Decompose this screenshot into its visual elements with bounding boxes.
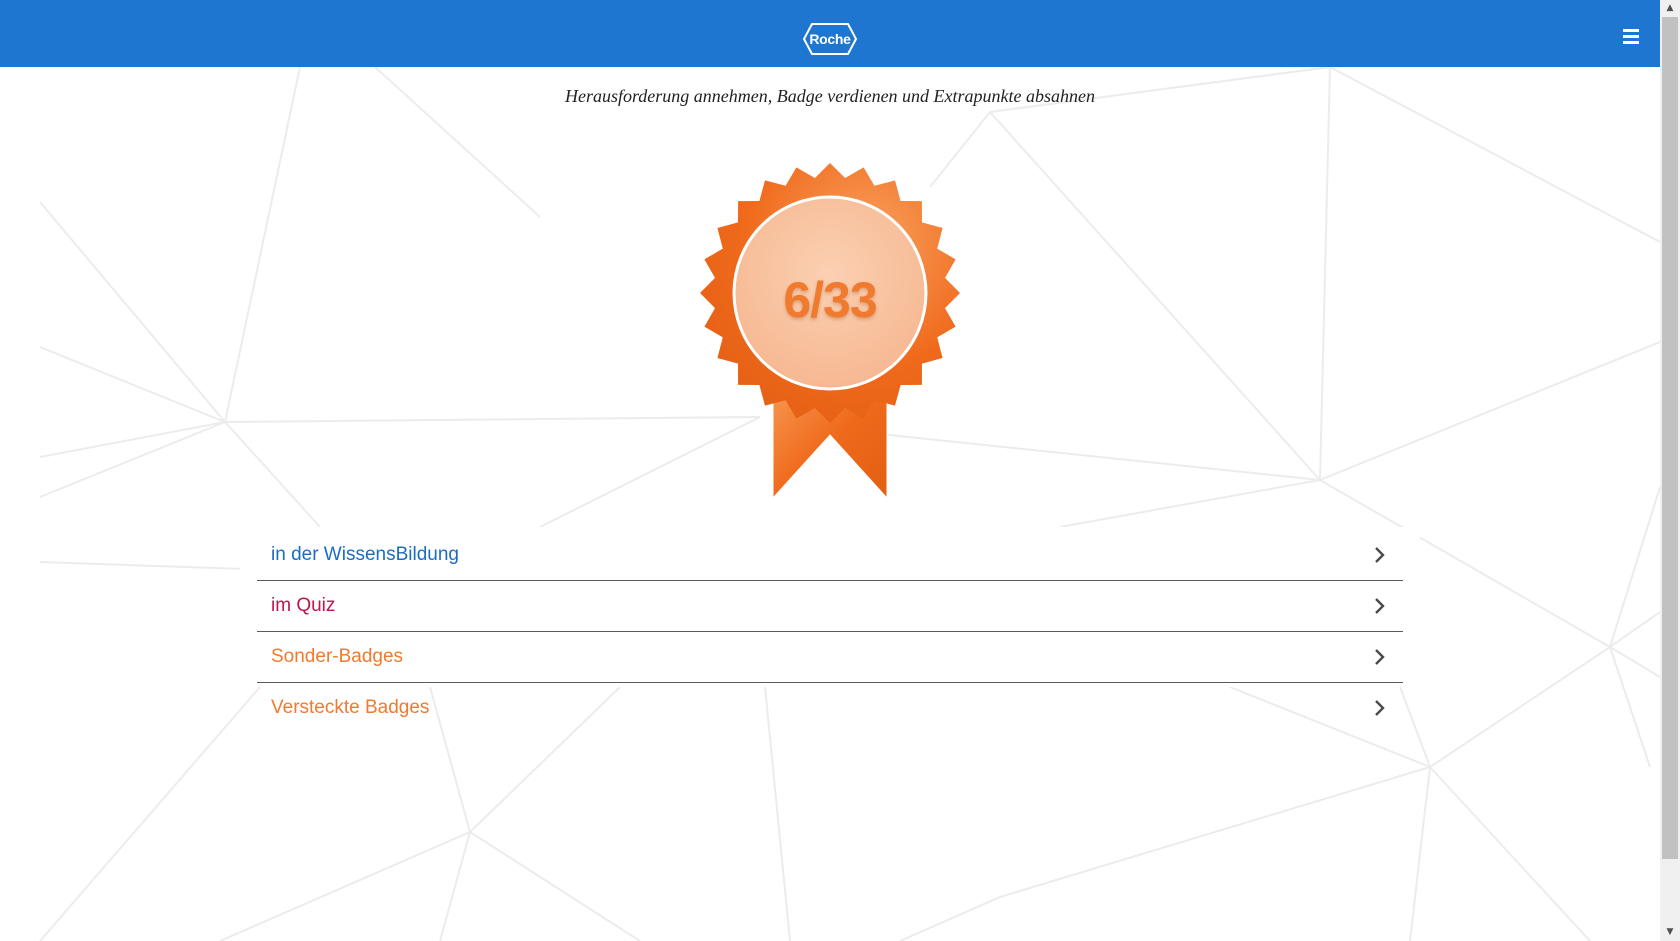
list-item-wissensbildung[interactable]: in der WissensBildung <box>257 530 1403 581</box>
chevron-right-icon <box>1375 598 1385 614</box>
list-item-quiz[interactable]: im Quiz <box>257 581 1403 632</box>
chevron-right-icon <box>1375 547 1385 563</box>
list-item-label: Versteckte Badges <box>271 697 430 718</box>
top-bar: Roche <box>0 0 1660 67</box>
logo-text: Roche <box>809 31 851 47</box>
hamburger-icon <box>1623 29 1639 32</box>
chevron-right-icon <box>1375 649 1385 665</box>
list-item-label: im Quiz <box>271 595 336 616</box>
list-item-label: in der WissensBildung <box>271 544 459 565</box>
hamburger-icon-bar <box>1623 41 1639 44</box>
badge-category-list: in der WissensBildung im Quiz Sonder-Bad… <box>257 530 1403 733</box>
badge-award: 6/33 <box>695 153 965 503</box>
page-subtitle: Herausforderung annehmen, Badge verdiene… <box>564 86 1096 106</box>
list-item-sonder-badges[interactable]: Sonder-Badges <box>257 632 1403 683</box>
hamburger-menu-button[interactable] <box>1616 24 1648 50</box>
scroll-thumb[interactable] <box>1662 17 1678 859</box>
scroll-down-arrow-icon[interactable]: ▼ <box>1660 924 1680 941</box>
list-item-versteckte-badges[interactable]: Versteckte Badges <box>257 683 1403 733</box>
roche-logo[interactable]: Roche <box>802 22 858 56</box>
app-window: Roche Herausforderung annehmen, Badge ve… <box>0 0 1680 941</box>
hamburger-icon-bar <box>1623 35 1639 38</box>
scroll-up-arrow-icon[interactable]: ▲ <box>1660 0 1680 17</box>
chevron-right-icon <box>1375 700 1385 716</box>
badge-score: 6/33 <box>783 272 877 328</box>
list-item-label: Sonder-Badges <box>271 646 404 667</box>
vertical-scrollbar[interactable]: ▲ ▼ <box>1660 0 1680 941</box>
